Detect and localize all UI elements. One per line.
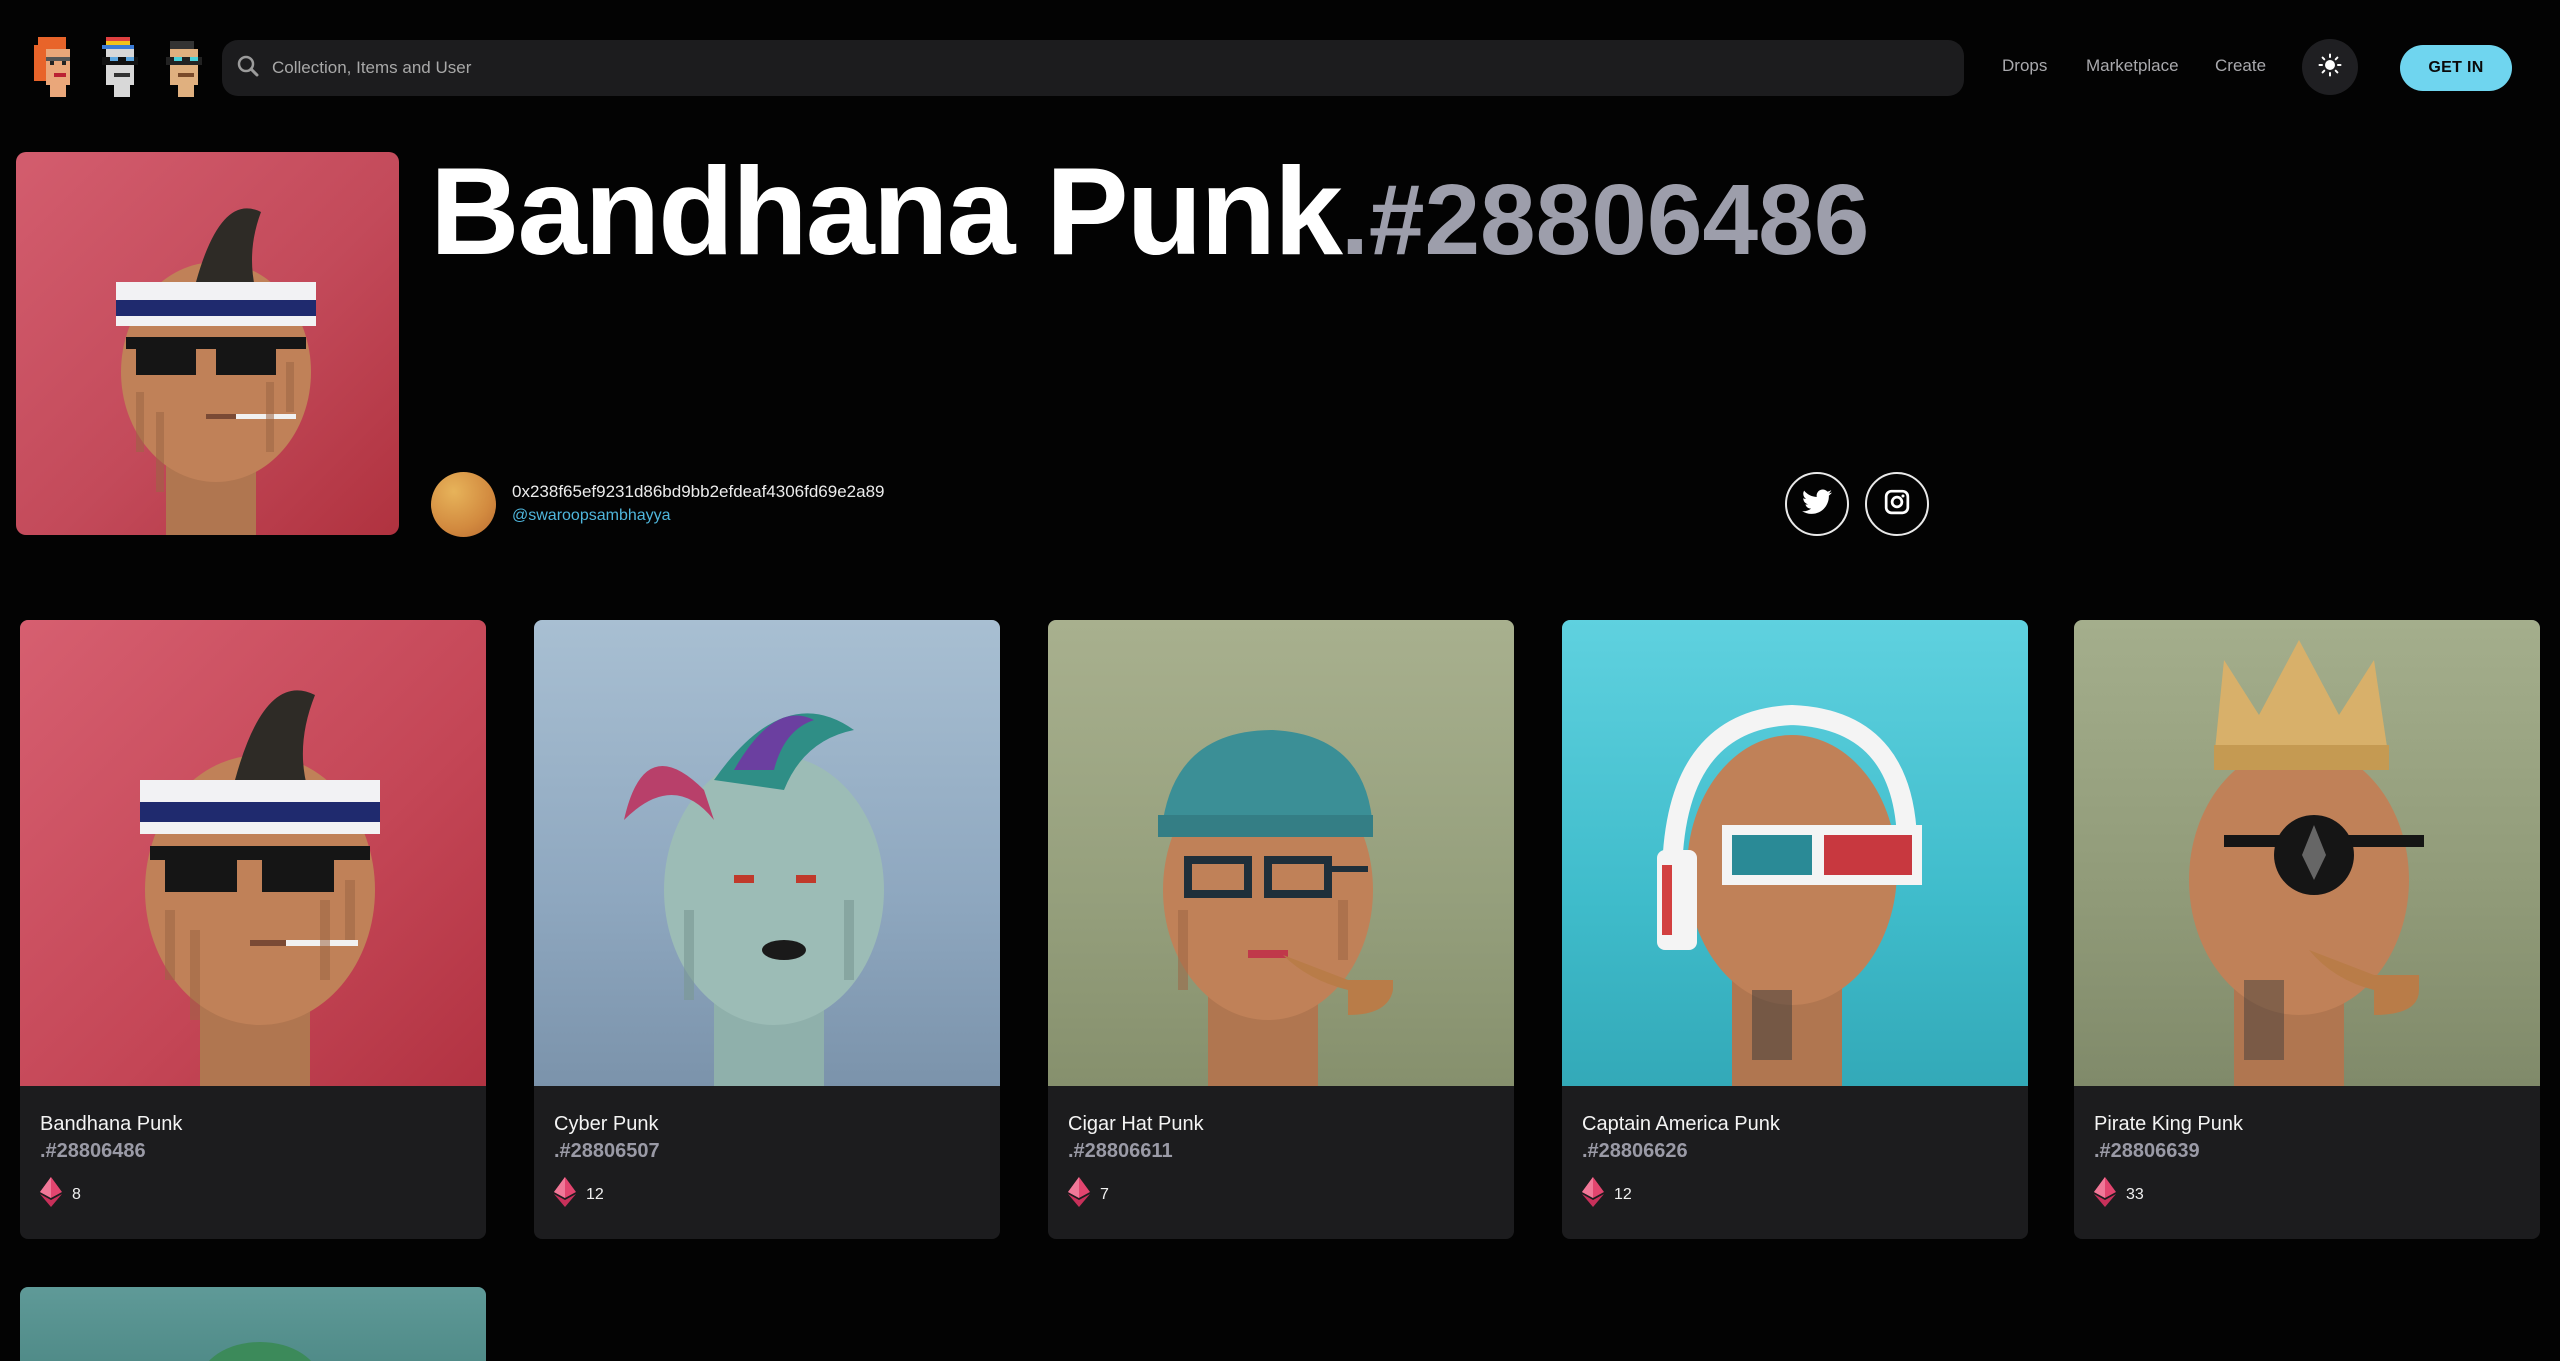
search-bar[interactable] xyxy=(222,40,1964,96)
nft-card-price: 12 xyxy=(554,1177,980,1212)
nft-card[interactable]: Captain America Punk .#28806626 12 xyxy=(1562,620,2028,1239)
owner-avatar[interactable] xyxy=(431,472,496,537)
nft-card-name: Bandhana Punk xyxy=(40,1113,183,1135)
nft-number: #28806486 xyxy=(1368,164,1870,276)
nft-card-image[interactable] xyxy=(1048,620,1514,1086)
ethereum-icon xyxy=(1582,1177,1604,1212)
nft-card-image[interactable] xyxy=(2074,620,2540,1086)
nft-card[interactable]: Cyber Punk .#28806507 12 xyxy=(534,620,1000,1239)
nft-card-price: 7 xyxy=(1068,1177,1494,1212)
nft-card-price-value: 8 xyxy=(72,1185,81,1203)
nav-drops[interactable]: Drops xyxy=(2002,56,2047,76)
nft-card-price: 33 xyxy=(2094,1177,2520,1212)
ethereum-icon xyxy=(40,1177,62,1212)
instagram-button[interactable] xyxy=(1865,472,1929,536)
nft-card-name: Cigar Hat Punk xyxy=(1068,1113,1204,1135)
nft-title-dot: . xyxy=(1341,164,1369,276)
theme-toggle-button[interactable] xyxy=(2302,39,2358,95)
nft-card-price-value: 12 xyxy=(1614,1185,1632,1203)
search-input[interactable] xyxy=(272,58,1872,78)
twitter-button[interactable] xyxy=(1785,472,1849,536)
hero-nft-image xyxy=(16,152,399,535)
get-in-button[interactable]: GET IN xyxy=(2400,45,2512,91)
search-icon xyxy=(236,54,260,83)
ethereum-icon xyxy=(2094,1177,2116,1212)
nft-card[interactable]: Cigar Hat Punk .#28806611 7 xyxy=(1048,620,1514,1239)
nft-card-name: Captain America Punk xyxy=(1582,1113,1780,1135)
instagram-icon xyxy=(1884,489,1910,520)
nft-name: Bandhana Punk xyxy=(430,143,1343,281)
nft-card-price: 12 xyxy=(1582,1177,2008,1212)
brand-logos[interactable] xyxy=(26,32,210,102)
nft-card[interactable]: Pirate King Punk .#28806639 33 xyxy=(2074,620,2540,1239)
nft-card[interactable]: Bandhana Punk .#28806486 8 xyxy=(20,620,486,1239)
nft-card-id: .#28806639 xyxy=(2094,1140,2200,1162)
nft-card-id: .#28806611 xyxy=(1068,1140,1173,1162)
nav-marketplace[interactable]: Marketplace xyxy=(2086,56,2179,76)
nft-card-name: Cyber Punk xyxy=(554,1113,659,1135)
punk-logo-cap[interactable] xyxy=(90,32,146,102)
punk-logo-shades[interactable] xyxy=(154,32,210,102)
nft-card-id: .#28806507 xyxy=(554,1140,660,1162)
nft-card-name: Pirate King Punk xyxy=(2094,1113,2243,1135)
nft-title: Bandhana Punk.#28806486 xyxy=(430,150,1869,274)
owner-handle[interactable]: @swaroopsambhayya xyxy=(512,507,671,525)
nft-card-image[interactable] xyxy=(534,620,1000,1086)
nft-card-price-value: 7 xyxy=(1100,1185,1109,1203)
ethereum-icon xyxy=(1068,1177,1090,1212)
nav-create[interactable]: Create xyxy=(2215,56,2266,76)
twitter-icon xyxy=(1802,489,1832,520)
nft-card-partial[interactable] xyxy=(20,1287,486,1361)
nft-card-price-value: 33 xyxy=(2126,1185,2144,1203)
sun-icon xyxy=(2318,53,2342,82)
top-navigation: Drops Marketplace Create GET IN xyxy=(0,0,2560,136)
owner-address[interactable]: 0x238f65ef9231d86bd9bb2efdeaf4306fd69e2a… xyxy=(512,482,884,502)
ethereum-icon xyxy=(554,1177,576,1212)
punk-logo-orange[interactable] xyxy=(26,32,82,102)
nft-card-price: 8 xyxy=(40,1177,466,1212)
nft-card-image[interactable] xyxy=(20,620,486,1086)
nft-card-image[interactable] xyxy=(1562,620,2028,1086)
nft-card-price-value: 12 xyxy=(586,1185,604,1203)
nft-card-id: .#28806626 xyxy=(1582,1140,1688,1162)
nft-card-id: .#28806486 xyxy=(40,1140,146,1162)
